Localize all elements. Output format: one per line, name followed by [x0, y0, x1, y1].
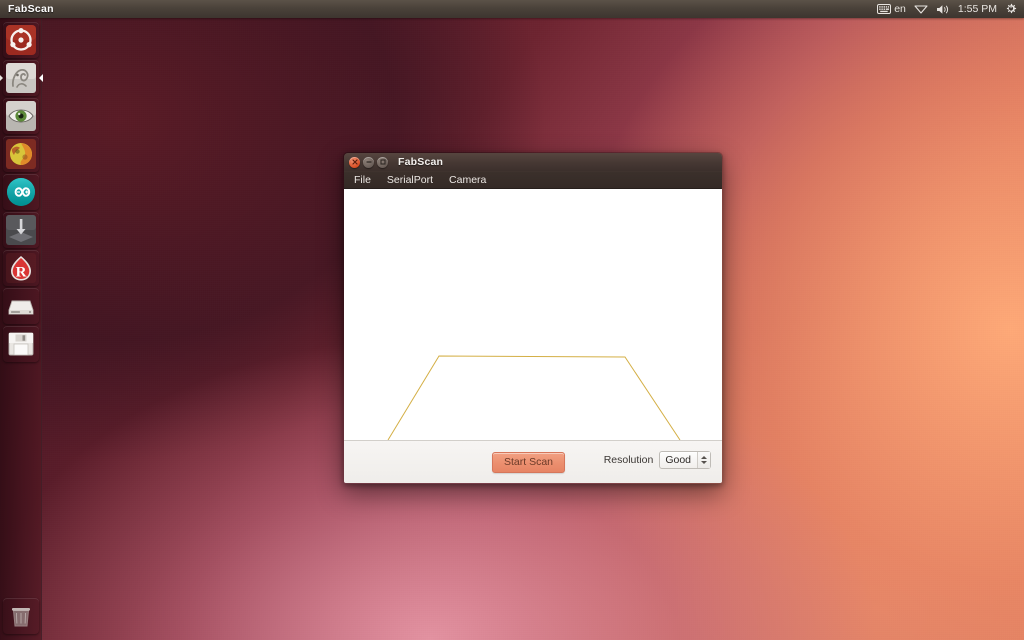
disk-drive-icon: [8, 300, 33, 315]
panel-indicator-area: en 1:55 PM: [877, 3, 1024, 15]
resolution-selected-value: Good: [665, 454, 691, 466]
launcher-item-files[interactable]: [3, 60, 39, 96]
scan-profile-plot: [387, 355, 681, 440]
download-arrow-icon: [5, 215, 36, 245]
session-menu-indicator[interactable]: [1005, 3, 1017, 15]
panel-app-title: FabScan: [8, 3, 54, 15]
keyboard-layout-label: en: [894, 2, 906, 15]
launcher-item-eye-viewer[interactable]: [3, 98, 39, 134]
minimize-icon: [365, 161, 372, 163]
launcher-item-trash[interactable]: [3, 598, 39, 634]
window-menubar: File SerialPort Camera: [344, 172, 722, 189]
svg-text:R: R: [15, 265, 26, 281]
resolution-stepper[interactable]: [697, 452, 710, 468]
scan-canvas[interactable]: [344, 189, 722, 440]
menu-item-camera[interactable]: Camera: [449, 175, 486, 186]
window-maximize-button[interactable]: [377, 156, 388, 168]
arduino-infinity-icon: [6, 178, 35, 206]
network-icon: [914, 4, 928, 14]
launcher-item-disk-drive[interactable]: [3, 288, 39, 324]
volume-icon: [936, 4, 950, 15]
trash-bin-icon: [11, 608, 30, 627]
network-indicator[interactable]: [914, 4, 928, 14]
maximize-icon: [379, 159, 386, 165]
floppy-disk-icon: [8, 332, 33, 356]
scan-profile-line: [387, 355, 681, 440]
launcher-item-rstudio[interactable]: R: [3, 250, 39, 286]
window-title: FabScan: [398, 156, 444, 168]
menu-item-file[interactable]: File: [354, 175, 371, 186]
launcher-item-save-floppy[interactable]: [3, 326, 39, 362]
launcher-item-software-updater[interactable]: [3, 212, 39, 248]
ubuntu-dash-icon: [5, 25, 36, 55]
keyboard-indicator[interactable]: en: [877, 4, 906, 15]
keyboard-icon: [877, 4, 892, 14]
resolution-label: Resolution: [603, 454, 654, 466]
stepper-down-icon[interactable]: [701, 461, 707, 464]
window-minimize-button[interactable]: [363, 156, 374, 168]
window-statusbar: Start Scan Resolution Good: [344, 440, 722, 483]
fabscan-window: FabScan File SerialPort Camera Start Sca…: [343, 152, 723, 484]
stepper-up-icon[interactable]: [701, 456, 707, 459]
letter-r-icon: R: [5, 253, 36, 283]
start-scan-button[interactable]: Start Scan: [492, 452, 566, 474]
firefox-globe-icon: [5, 139, 36, 169]
close-icon: [351, 159, 358, 165]
eye-icon: [5, 101, 36, 131]
resolution-select[interactable]: Good: [659, 451, 711, 469]
launcher-item-arduino-ide[interactable]: [3, 174, 39, 210]
nautilus-files-icon: [5, 63, 36, 93]
gear-power-icon: [1005, 3, 1017, 15]
top-panel: FabScan en 1:55 PM: [0, 0, 1024, 18]
unity-launcher: R: [0, 18, 42, 640]
clock-indicator[interactable]: 1:55 PM: [958, 4, 997, 15]
resolution-control-group: Resolution Good: [604, 451, 711, 469]
launcher-item-dash-home[interactable]: [3, 22, 39, 58]
menu-item-serialport[interactable]: SerialPort: [387, 175, 433, 186]
window-close-button[interactable]: [349, 156, 360, 168]
volume-indicator[interactable]: [936, 4, 950, 15]
clock-label: 1:55 PM: [957, 2, 997, 15]
window-titlebar[interactable]: FabScan: [344, 153, 722, 172]
launcher-item-firefox[interactable]: [3, 136, 39, 172]
